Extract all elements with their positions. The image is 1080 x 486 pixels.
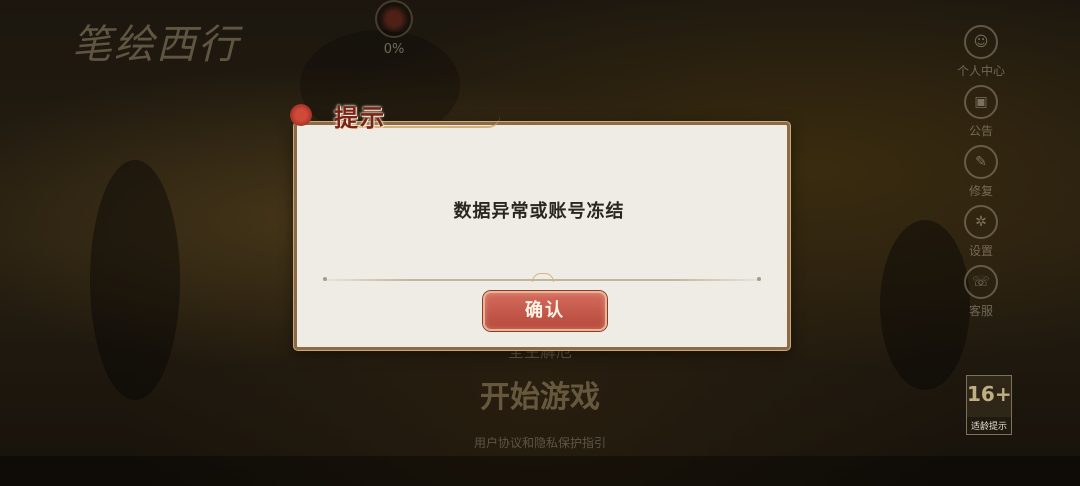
agreement-link[interactable]: 用户协议和隐私保护指引	[420, 434, 660, 451]
divider-dot	[323, 277, 327, 281]
settings-icon: ✲	[964, 205, 998, 239]
person-icon: ☺	[964, 25, 998, 59]
side-item-service[interactable]: ☏ 客服	[950, 265, 1012, 325]
side-item-label: 设置	[968, 244, 993, 258]
side-item-label: 修复	[968, 184, 993, 198]
alert-dialog: 数据异常或账号冻结 确认	[294, 122, 790, 350]
loading-ring-icon	[375, 0, 413, 38]
side-item-label: 个人中心	[956, 64, 1005, 78]
loading-indicator: 0%	[372, 0, 416, 57]
start-game-button[interactable]: 开始游戏	[430, 372, 650, 416]
service-icon: ☏	[964, 265, 998, 299]
notice-icon: ▣	[964, 85, 998, 119]
side-menu: ☺ 个人中心 ▣ 公告 ✎ 修复 ✲ 设置 ☏ 客服	[950, 25, 1012, 325]
age-rating-value: 16+	[967, 382, 1012, 406]
side-item-repair[interactable]: ✎ 修复	[950, 145, 1012, 205]
dialog-header: 提示	[290, 98, 500, 132]
side-item-label: 客服	[968, 304, 993, 318]
age-rating-badge[interactable]: 16+ 适龄提示	[966, 375, 1012, 435]
age-rating-label: 适龄提示	[967, 417, 1011, 434]
flower-icon	[290, 104, 312, 126]
divider-ornament-icon	[532, 273, 554, 282]
repair-icon: ✎	[964, 145, 998, 179]
confirm-button[interactable]: 确认	[483, 291, 607, 331]
divider-dot	[757, 277, 761, 281]
side-item-label: 公告	[968, 124, 993, 138]
game-logo: 笔绘西行	[72, 22, 240, 68]
side-item-settings[interactable]: ✲ 设置	[950, 205, 1012, 265]
dialog-title: 提示	[334, 103, 386, 132]
dialog-divider	[323, 273, 761, 282]
dialog-message: 数据异常或账号冻结	[453, 201, 625, 222]
loading-percent: 0%	[383, 42, 405, 57]
side-item-notice[interactable]: ▣ 公告	[950, 85, 1012, 145]
legal-footer	[0, 456, 1080, 486]
side-item-profile[interactable]: ☺ 个人中心	[950, 25, 1012, 85]
